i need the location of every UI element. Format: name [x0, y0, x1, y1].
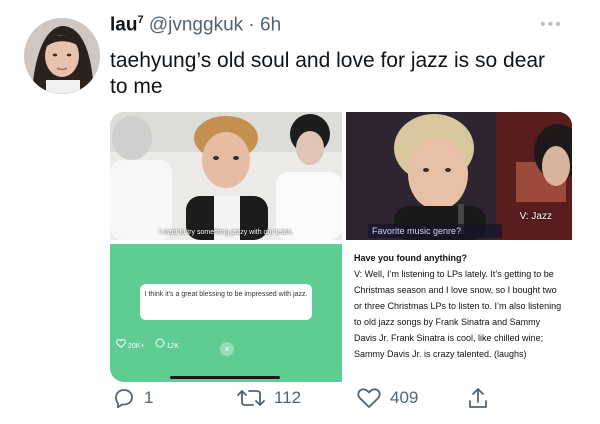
retweet-button[interactable]: 112 [236, 386, 301, 410]
share-icon [469, 388, 487, 408]
media-clip-3[interactable]: I think it's a great blessing to be impr… [110, 244, 342, 382]
timestamp[interactable]: 6h [260, 14, 281, 35]
interview-question: Have you found anything? [354, 253, 468, 263]
clip3-likes-count: 20K+ [127, 343, 145, 350]
more-options-icon[interactable]: ••• [540, 16, 563, 34]
clip2-tag: V: Jazz [519, 211, 552, 222]
user-handle[interactable]: @jvnggkuk [149, 14, 243, 35]
retweet-icon [237, 390, 265, 406]
reply-icon [115, 389, 133, 409]
avatar[interactable] [24, 18, 100, 94]
clip1-image [110, 112, 342, 240]
clip3-close-button[interactable]: × [220, 342, 234, 356]
like-button[interactable]: 409 [356, 386, 418, 410]
tweet-header: lau7 @jvnggkuk · 6h [110, 14, 281, 36]
comment-icon [155, 338, 164, 348]
media-grid[interactable]: I want to try something jazzy with our t… [110, 112, 572, 382]
interview-answer: V: Well, I’m listening to LPs lately. It… [354, 269, 562, 359]
media-clip-1[interactable]: I want to try something jazzy with our t… [110, 112, 342, 240]
clip2-label: Favorite music genre? [368, 224, 502, 238]
reply-button[interactable]: 1 [112, 386, 153, 410]
separator-dot: · [248, 14, 255, 36]
like-icon [357, 388, 381, 408]
heart-icon [116, 339, 126, 349]
like-count: 409 [390, 388, 419, 407]
interview-excerpt: Have you found anything? V: Well, I’m li… [346, 244, 572, 382]
retweet-count: 112 [274, 388, 302, 407]
reply-count: 1 [144, 388, 154, 407]
avatar-image [24, 18, 100, 94]
clip3-comments-count: 12K [166, 343, 179, 350]
clip3-quote-card: I think it's a great blessing to be impr… [140, 284, 312, 320]
share-button[interactable] [466, 386, 490, 410]
clip3-comments[interactable]: 12K [155, 338, 179, 356]
tweet-text: taehyung’s old soul and love for jazz is… [110, 49, 546, 98]
name-superscript: 7 [137, 14, 144, 26]
media-clip-2[interactable]: V: Jazz Favorite music genre? [346, 112, 572, 240]
clip1-caption: I want to try something jazzy with our t… [158, 229, 294, 236]
clip3-likes[interactable]: 20K+ [116, 338, 145, 356]
home-indicator [170, 376, 280, 379]
clip3-quote: I think it's a great blessing to be impr… [144, 291, 308, 298]
display-name[interactable]: lau [110, 14, 137, 35]
